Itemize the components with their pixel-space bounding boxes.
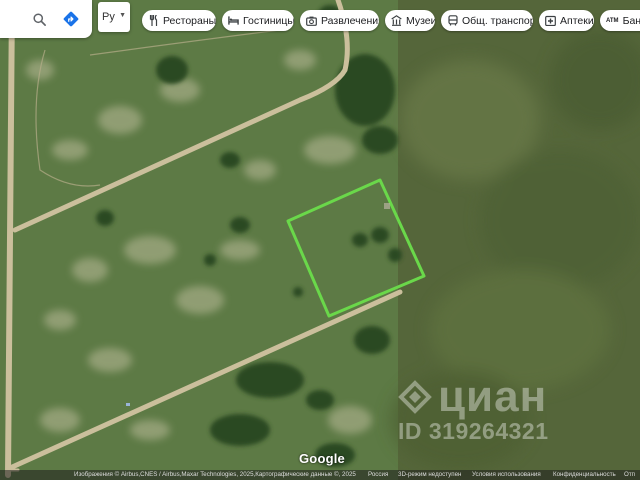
privacy-link[interactable]: Конфиденциальность — [553, 471, 616, 478]
pharmacy-icon — [545, 15, 556, 26]
chip-museums[interactable]: Музеи — [385, 10, 435, 31]
transit-icon — [447, 15, 458, 26]
hotel-icon — [228, 15, 239, 26]
chip-banks[interactable]: ATM Банки — [600, 10, 640, 31]
chip-label: Рестораны — [163, 14, 216, 27]
chip-label: Музеи — [406, 14, 435, 27]
chip-restaurants[interactable]: Рестораны — [142, 10, 216, 31]
chip-label: Общ. транспорт — [462, 14, 533, 27]
chip-entertainment[interactable]: Развлечения — [300, 10, 379, 31]
attribution-bar: Изображения © Airbus,CNES / Airbus,Maxar… — [0, 470, 640, 480]
chevron-down-icon: ▼ — [119, 12, 126, 19]
language-value: Ру — [102, 11, 115, 23]
imagery-attribution: Изображения © Airbus,CNES / Airbus,Maxar… — [74, 471, 356, 478]
language-select[interactable]: Ру ▼ — [98, 2, 130, 32]
mode-3d-notice: 3D-режим недоступен — [398, 471, 462, 478]
chip-hotels[interactable]: Гостиницы — [222, 10, 294, 31]
atm-icon: ATM — [606, 17, 619, 24]
chip-label: Гостиницы — [243, 14, 294, 27]
camera-icon — [306, 15, 317, 26]
chip-pharmacies[interactable]: Аптеки — [539, 10, 594, 31]
chip-label: Банки — [622, 14, 640, 27]
directions-icon[interactable] — [60, 8, 82, 30]
search-box — [0, 0, 92, 38]
satellite-map[interactable] — [0, 0, 640, 480]
chip-label: Развлечения — [321, 14, 379, 27]
country-link[interactable]: Россия — [368, 471, 388, 478]
satellite-imagery[interactable] — [0, 0, 640, 480]
museum-icon — [391, 15, 402, 26]
restaurant-icon — [148, 15, 159, 26]
google-logo: Google — [299, 451, 345, 466]
feedback-link[interactable]: Отп — [624, 471, 635, 478]
search-icon[interactable] — [28, 8, 50, 30]
chip-label: Аптеки — [560, 14, 594, 27]
terms-link[interactable]: Условия использования — [472, 471, 541, 478]
chip-transit[interactable]: Общ. транспорт — [441, 10, 533, 31]
